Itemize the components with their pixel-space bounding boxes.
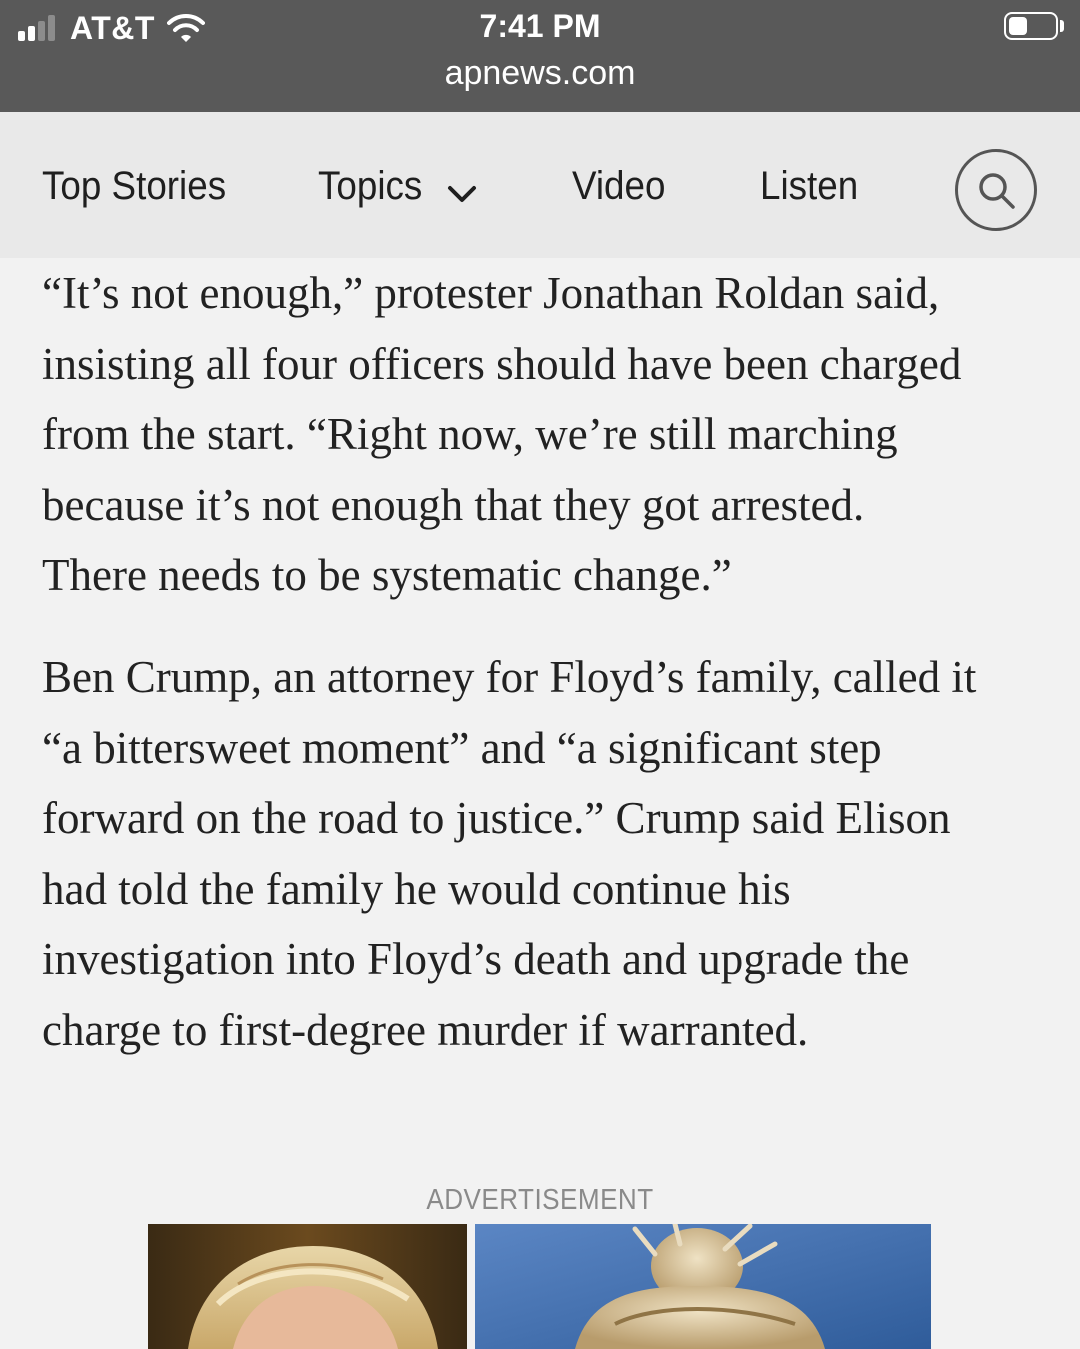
text-line: Ben Crump, an attorney for Floyd’s famil… — [42, 652, 977, 702]
ad-photo-blonde-woman — [148, 1224, 467, 1349]
ad-image-left[interactable] — [148, 1224, 467, 1349]
text-line: insisting all four officers should have … — [42, 338, 962, 389]
text-line: forward on the road to justice.” Crump s… — [42, 793, 951, 843]
text-line: “It’s not enough,” protester Jonathan Ro… — [42, 268, 940, 318]
text-line: “a bittersweet moment” and “a significan… — [42, 722, 882, 773]
search-button[interactable] — [955, 149, 1037, 231]
nav-listen[interactable]: Listen — [760, 164, 858, 209]
url-bar[interactable]: apnews.com — [0, 54, 1080, 93]
status-bar: AT&T 7:41 PM apnews.com — [0, 0, 1080, 112]
text-line: because it’s not enough that they got ar… — [42, 479, 865, 530]
chevron-down-icon[interactable] — [446, 182, 478, 206]
text-line: investigation into Floyd’s death and upg… — [42, 934, 910, 984]
status-time: 7:41 PM — [479, 8, 601, 44]
article-paragraph: “It’s not enough,” protester Jonathan Ro… — [42, 258, 1042, 611]
search-icon — [979, 173, 1015, 209]
ad-image-right[interactable] — [475, 1224, 931, 1349]
battery-tip — [1060, 20, 1064, 32]
article-paragraph: Ben Crump, an attorney for Floyd’s famil… — [42, 642, 1042, 1065]
site-nav: Top Stories Topics Video Listen — [0, 112, 1080, 258]
text-line: from the start. “Right now, we’re still … — [42, 409, 898, 459]
text-line: charge to first-degree murder if warrant… — [42, 1004, 809, 1055]
battery-level — [1009, 17, 1027, 35]
advertisement-label: ADVERTISEMENT — [426, 1184, 654, 1216]
text-line: There needs to be systematic change.” — [42, 550, 732, 600]
nav-topics[interactable]: Topics — [318, 164, 422, 209]
battery-icon — [1004, 12, 1058, 40]
text-line: had told the family he would continue hi… — [42, 863, 791, 914]
nav-video[interactable]: Video — [572, 164, 665, 209]
nav-top-stories[interactable]: Top Stories — [42, 164, 226, 209]
ad-photo-hair-bun — [475, 1224, 931, 1349]
